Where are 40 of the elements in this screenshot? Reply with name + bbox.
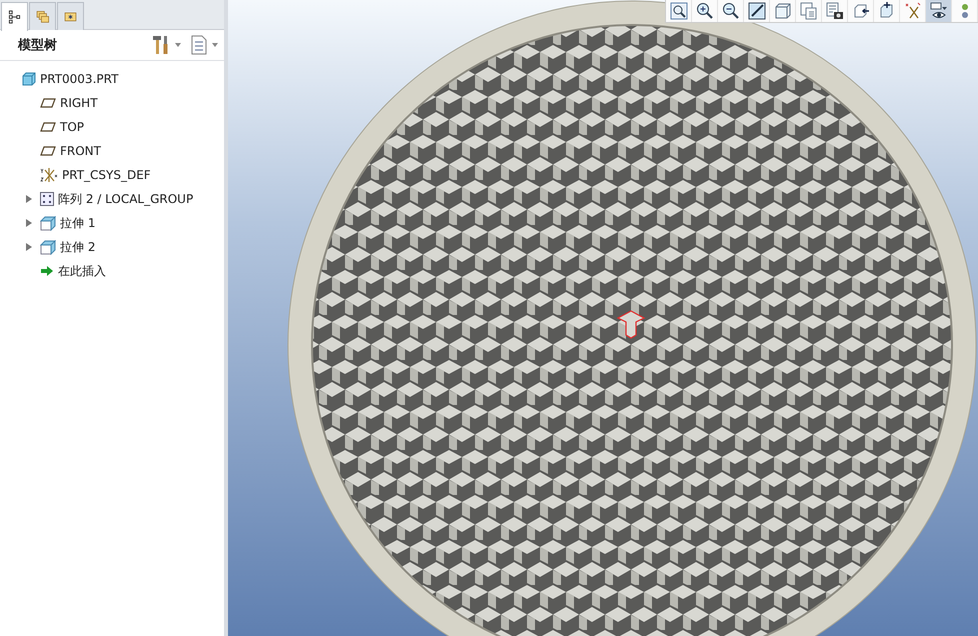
box-icon (40, 240, 56, 254)
pattern-icon (40, 192, 54, 206)
cube-icon (22, 72, 36, 86)
zoom-fit-icon (670, 2, 688, 20)
plane-icon (40, 146, 56, 156)
panel-title: 模型树 (18, 37, 58, 54)
expand-arrow-icon[interactable] (26, 219, 32, 227)
tree-item-label[interactable]: TOP (60, 120, 84, 134)
panel-tab[interactable] (1, 2, 28, 31)
highlighted-lattice-cell (616, 310, 646, 339)
tree-item-label[interactable]: 拉伸 1 (60, 214, 96, 232)
cube-icon (774, 2, 792, 20)
axes-icon (40, 167, 58, 183)
tree-item-label[interactable]: FRONT (60, 144, 101, 158)
list-icon (191, 35, 207, 55)
tree-item-label[interactable]: PRT_CSYS_DEF (62, 168, 151, 182)
list-dropdown[interactable] (191, 35, 218, 55)
zoom-out-icon (722, 2, 740, 20)
expand-arrow-icon[interactable] (26, 195, 32, 203)
eye-icon (930, 2, 948, 20)
tools-dropdown[interactable] (152, 35, 181, 55)
tree-item-label[interactable]: 在此插入 (58, 262, 106, 280)
tree-item-label[interactable]: PRT0003.PRT (40, 72, 118, 86)
tree-item-label[interactable]: 拉伸 2 (60, 238, 96, 256)
toolbar-button[interactable] (926, 0, 952, 22)
tree-item-label[interactable]: 阵列 2 / LOCAL_GROUP (58, 190, 194, 208)
plane-icon (40, 122, 56, 132)
arrow-icon (40, 265, 54, 277)
tree-icon (8, 9, 21, 25)
hammer-screwdriver-icon (152, 35, 170, 55)
axes-icon (904, 2, 922, 20)
tree-item-label[interactable]: RIGHT (60, 96, 98, 110)
zoom-in-icon (696, 2, 714, 20)
repaint-icon (748, 2, 766, 20)
box-icon (40, 216, 56, 230)
expand-arrow-icon[interactable] (26, 243, 32, 251)
plane-icon (40, 98, 56, 108)
folders-icon (36, 8, 49, 25)
dots-icon (962, 4, 968, 18)
cube-plus-icon (878, 2, 896, 20)
